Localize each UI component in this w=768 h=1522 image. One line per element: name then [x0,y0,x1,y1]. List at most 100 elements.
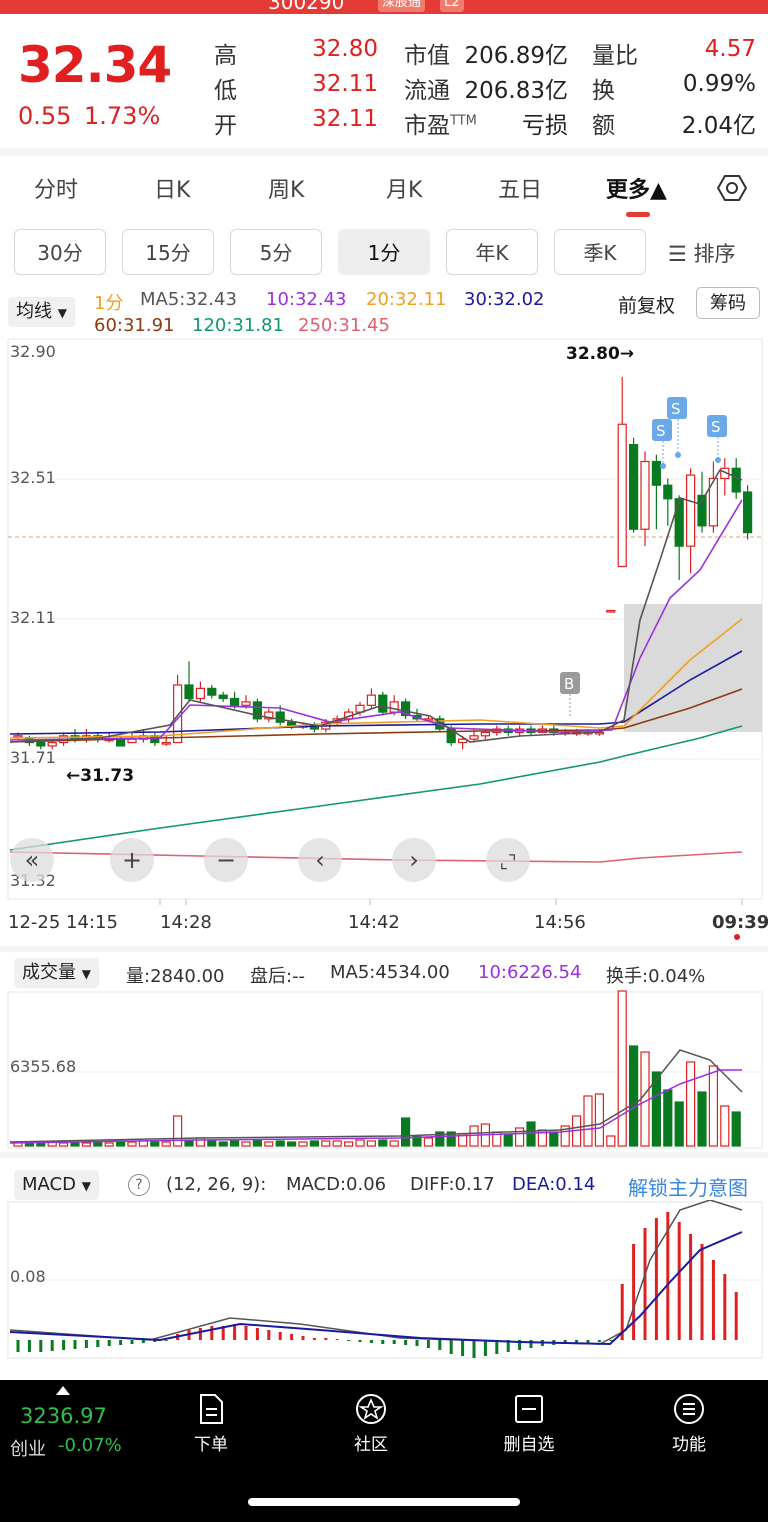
sort-button[interactable]: ☰ 排序 [668,238,736,268]
macd-bar [290,1334,294,1340]
volume-bar [594,1093,605,1147]
tab-weekly-k[interactable]: 周K [268,172,304,204]
expand-up-icon[interactable] [56,1386,70,1395]
menu-icon: ☰ [668,242,694,266]
scroll-left-button[interactable]: ‹ [298,838,342,882]
scroll-start-button[interactable]: « [10,838,54,882]
period-1min-button[interactable]: 1分 [338,229,430,275]
volume-bar [344,1141,354,1147]
macd-bar [609,1340,613,1341]
star-badge-icon [356,1394,386,1424]
candle [378,691,388,716]
volume-bar [115,1141,126,1147]
active-tab-indicator [626,212,650,217]
y-label-2: 32.51 [10,468,56,487]
order-label: 下单 [194,1435,228,1455]
macd-bar [449,1340,453,1354]
turnover-value: 0.99% [682,71,756,97]
zoom-out-button[interactable]: − [204,838,248,882]
macd-bar [369,1340,373,1343]
pe-value: 亏损 [522,113,568,139]
volume-bar [173,1115,183,1147]
macd-bar [255,1328,259,1340]
ma60-value: 60:31.91 [94,315,175,336]
amount-label: 额 [592,113,615,139]
svg-text:S: S [711,418,721,436]
adjust-mode[interactable]: 前复权 [618,291,675,318]
tab-daily-k[interactable]: 日K [154,172,190,204]
volume-bar [526,1121,536,1147]
macd-chart[interactable]: 0.08 [0,1200,768,1362]
macd-bar [404,1340,408,1345]
fullscreen-button[interactable]: ⌞⌝ [486,838,530,882]
tab-timeshare[interactable]: 分时 [34,172,78,204]
macd-bar [597,1340,601,1342]
tab-more[interactable]: 更多▲ [606,172,667,204]
volratio-label: 量比 [592,43,638,69]
float-label: 流通 [404,78,450,104]
zoom-in-button[interactable]: + [110,838,154,882]
period-quarter-k-button[interactable]: 季K [554,229,646,275]
candle [173,674,183,744]
community-label: 社区 [354,1435,388,1455]
price-chart[interactable]: 32.90 32.51 32.11 31.71 31.32 32.80→ ←31… [0,335,768,905]
candle [195,681,205,702]
macd-bar [734,1292,738,1340]
period-year-k-button[interactable]: 年K [446,229,538,275]
candle [252,698,262,723]
volume-bar [628,1045,639,1147]
functions-button[interactable]: 功能 [634,1392,744,1455]
macd-bar [107,1340,111,1346]
candle [708,461,719,533]
ma10-value: 10:32.43 [266,289,347,310]
divider [0,148,768,156]
volume-chart[interactable]: 6355.68 [0,990,768,1150]
tag-hk-connect: 深股通 [378,0,426,12]
period-5min-button[interactable]: 5分 [230,229,322,275]
remove-watchlist-button[interactable]: 删自选 [474,1392,584,1455]
volume-bar [503,1133,513,1147]
remove-watchlist-label: 删自选 [503,1435,555,1455]
macd-bar [233,1324,237,1340]
community-button[interactable]: 社区 [316,1392,426,1455]
ma-selector[interactable]: 均线 ▼ [8,297,75,327]
volume-selector-label: 成交量 [22,962,76,983]
volume-bar [150,1141,160,1147]
volume-bar [389,1140,399,1147]
low-label: 低 [214,78,237,104]
period-30min-button[interactable]: 30分 [14,229,106,275]
plus-icon: + [121,846,143,874]
scroll-right-button[interactable]: › [392,838,436,882]
macd-bar [392,1340,396,1344]
tab-monthly-k[interactable]: 月K [386,172,422,204]
order-button[interactable]: 下单 [156,1392,266,1455]
settings-icon[interactable] [716,172,748,204]
tab-five-day[interactable]: 五日 [498,172,542,204]
macd-bar [632,1244,636,1340]
period-15min-button[interactable]: 15分 [122,229,214,275]
x-label-1456: 14:56 [534,912,586,933]
volume-y-label: 6355.68 [10,1057,76,1076]
volume-bar [81,1142,92,1147]
title-bar: 300290 深股通 L2 [0,0,768,14]
sort-label: 排序 [693,242,736,266]
macd-bar [39,1340,43,1352]
chips-button[interactable]: 筹码 [696,287,760,319]
index-value[interactable]: 3236.97 [20,1404,107,1428]
candle [606,609,616,613]
help-icon[interactable]: ? [128,1174,150,1196]
candle [742,485,753,540]
volume-bar [298,1141,308,1147]
double-chevron-left-icon: « [24,846,40,874]
volume-turnover: 换手:0.04% [606,966,706,987]
y-label-top: 32.90 [10,342,56,361]
volume-bar [207,1140,217,1147]
volume-selector[interactable]: 成交量 ▼ [14,958,99,988]
ma20-value: 20:32.11 [366,289,447,310]
unlock-link[interactable]: 解锁主力意图 [628,1172,748,1201]
index-change: -0.07% [58,1435,122,1456]
x-label-1428: 14:28 [160,912,212,933]
macd-selector[interactable]: MACD ▼ [14,1170,99,1200]
macd-bar [119,1340,123,1345]
candle [127,732,137,744]
